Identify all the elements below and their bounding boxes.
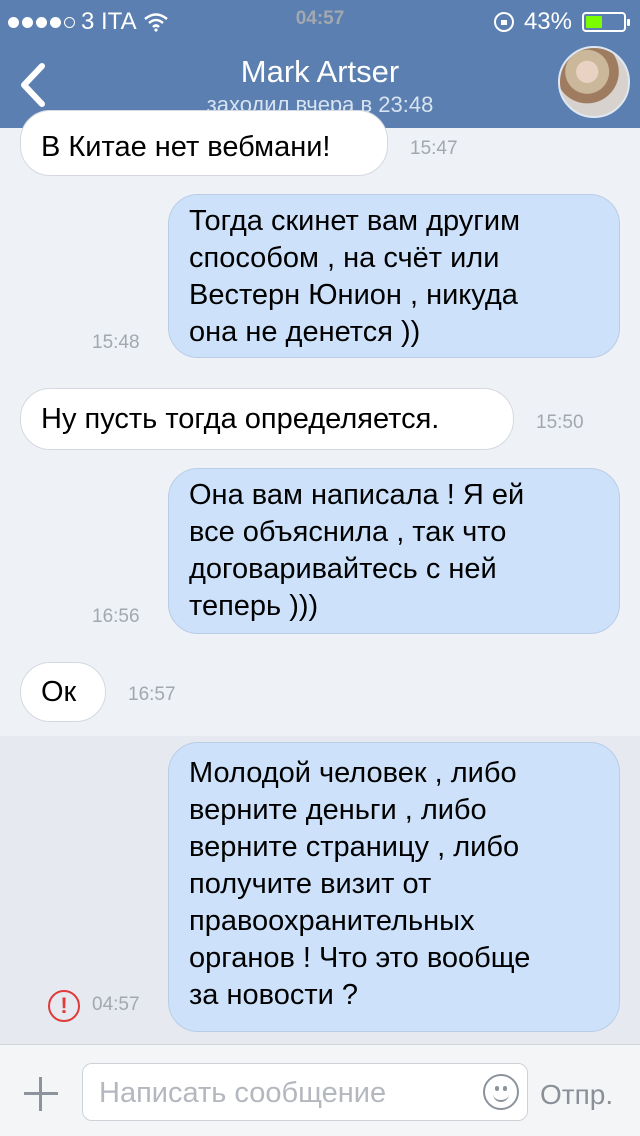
- message-line: верните страницу , либо: [189, 831, 520, 863]
- message-line: теперь ))): [189, 590, 319, 622]
- message-line: договаривайтесь с ней: [189, 553, 497, 585]
- message-bubble-outgoing[interactable]: Молодой человек , либо верните деньги , …: [168, 742, 620, 1032]
- message-text: Ну пусть тогда определяется.: [41, 403, 440, 435]
- avatar[interactable]: [558, 46, 630, 118]
- message-bubble-outgoing[interactable]: Она вам написала ! Я ей все объяснила , …: [168, 468, 620, 634]
- message-time: 15:48: [92, 332, 140, 353]
- message-line: Она вам написала ! Я ей: [189, 479, 525, 511]
- message-input-box[interactable]: [82, 1063, 528, 1121]
- message-text: Ок: [41, 676, 77, 708]
- smiley-icon[interactable]: [483, 1074, 519, 1110]
- message-composer: Отпр.: [0, 1044, 640, 1136]
- message-line: она не денется )): [189, 316, 421, 348]
- message-bubble-incoming[interactable]: В Китае нет вебмани!: [20, 110, 388, 176]
- message-line: верните деньги , либо: [189, 794, 487, 826]
- message-time: 04:57: [92, 994, 140, 1015]
- contact-name[interactable]: Mark Artser: [0, 54, 640, 90]
- message-line: Молодой человек , либо: [189, 757, 517, 789]
- message-bubble-incoming[interactable]: Ок: [20, 662, 106, 722]
- message-list[interactable]: В Китае нет вебмани! 15:47 Тогда скинет …: [0, 110, 640, 1044]
- message-line: Вестерн Юнион , никуда: [189, 279, 518, 311]
- message-line: получите визит от: [189, 868, 432, 900]
- plus-icon[interactable]: [22, 1075, 60, 1113]
- message-line: Тогда скинет вам другим: [189, 205, 521, 237]
- message-time: 16:56: [92, 606, 140, 627]
- error-icon[interactable]: !: [48, 990, 80, 1022]
- message-line: способом , на счёт или: [189, 242, 500, 274]
- message-time: 15:50: [536, 412, 584, 433]
- status-bar: 3 ITA 04:57 43%: [0, 0, 640, 40]
- message-line: за новости ?: [189, 979, 359, 1011]
- chat-header: 3 ITA 04:57 43% Mark Artser заходил вчер…: [0, 0, 640, 128]
- message-line: правоохранительных: [189, 905, 475, 937]
- message-line: органов ! Что это вообще: [189, 942, 531, 974]
- message-line: все объяснила , так что: [189, 516, 507, 548]
- message-time: 15:47: [410, 138, 458, 159]
- message-bubble-incoming[interactable]: Ну пусть тогда определяется.: [20, 388, 514, 450]
- battery-percent: 43%: [523, 8, 572, 35]
- rotation-lock-icon: [493, 12, 514, 32]
- send-button[interactable]: Отпр.: [540, 1079, 613, 1111]
- message-bubble-outgoing[interactable]: Тогда скинет вам другим способом , на сч…: [168, 194, 620, 358]
- message-text: В Китае нет вебмани!: [41, 131, 331, 163]
- message-input[interactable]: [97, 1072, 481, 1114]
- message-time: 16:57: [128, 684, 176, 705]
- battery-icon: [582, 12, 630, 32]
- status-right: 43%: [493, 8, 630, 36]
